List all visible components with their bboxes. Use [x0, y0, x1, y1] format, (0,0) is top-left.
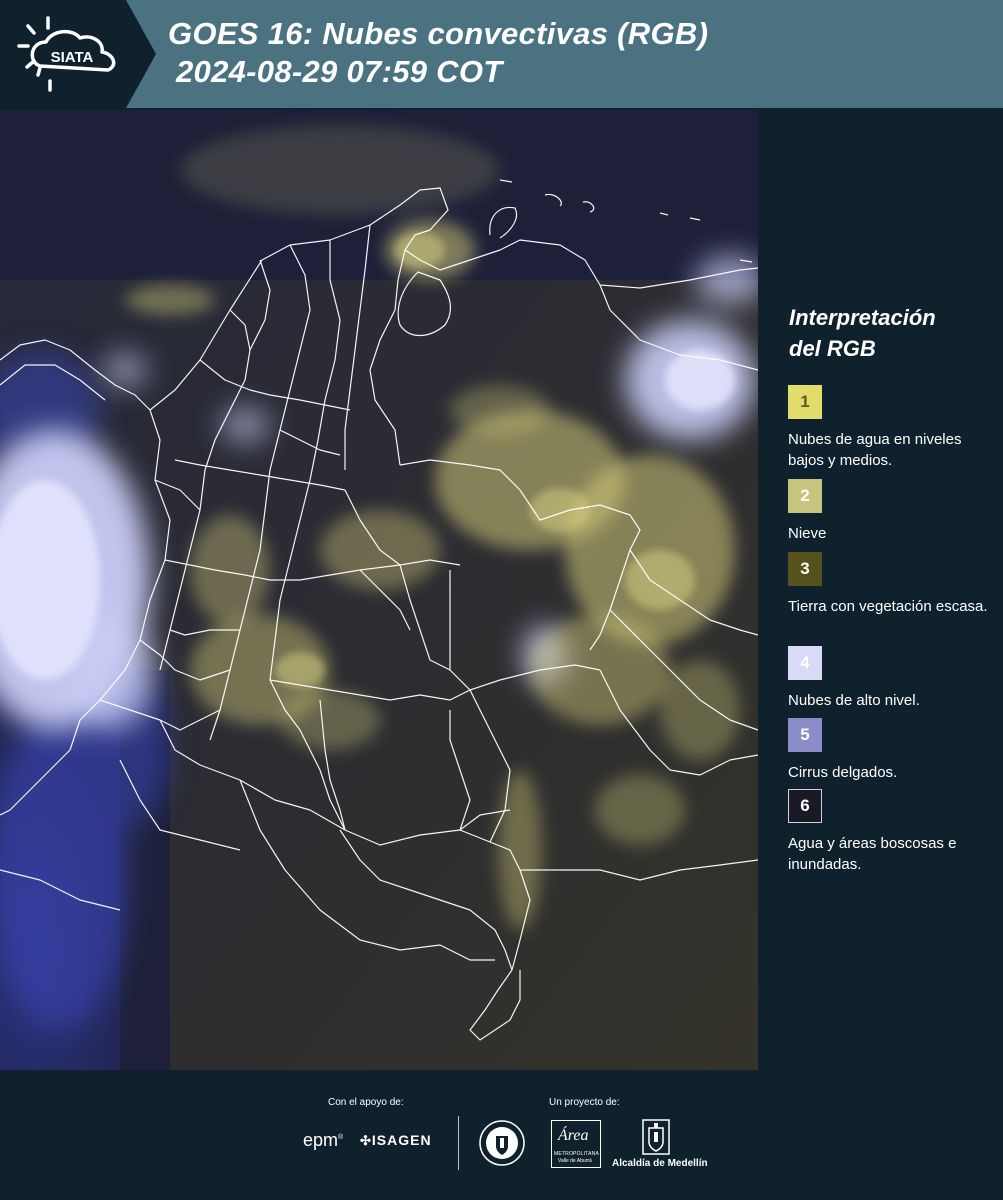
legend-swatch-4: 4	[788, 646, 822, 680]
legend-swatch-6: 6	[788, 789, 822, 823]
alcaldia-logo-text: Alcaldía de Medellín	[612, 1158, 708, 1169]
legend-label-4: Nubes de alto nivel.	[788, 692, 920, 709]
medellin-seal-icon	[479, 1120, 525, 1166]
support-label: Con el apoyo de:	[328, 1097, 404, 1108]
legend-item: 4 Nubes de alto nivel.	[788, 646, 998, 711]
footer: Con el apoyo de: Un proyecto de: epm® ✣I…	[0, 1070, 1003, 1200]
epm-registered-mark: ®	[338, 1134, 344, 1141]
legend-swatch-3: 3	[788, 552, 822, 586]
legend-title: Interpretación del RGB	[789, 302, 989, 364]
isagen-icon: ✣	[360, 1133, 372, 1148]
siata-logo-icon: SIATA	[0, 0, 156, 108]
isagen-logo-text: ISAGEN	[371, 1132, 432, 1148]
header-bar: SIATA GOES 16: Nubes convectivas (RGB) 2…	[0, 0, 1003, 108]
legend-label-3: Tierra con vegetación escasa.	[788, 598, 988, 615]
page-timestamp: 2024-08-29 07:59 COT	[176, 54, 503, 89]
satellite-image	[0, 110, 758, 1070]
legend-label-5: Cirrus delgados.	[788, 764, 898, 781]
area-logo-line1: METROPOLITANA	[554, 1151, 600, 1157]
area-logo-text: Área	[558, 1127, 589, 1144]
area-metropolitana-logo: Área METROPOLITANA Valle de Aburrá	[551, 1120, 601, 1168]
isagen-logo: ✣ISAGEN	[360, 1132, 432, 1149]
legend-title-line1: Interpretación	[789, 305, 936, 330]
legend-label-1: Nubes de agua en niveles bajos y medios.	[788, 431, 962, 469]
svg-text:SIATA: SIATA	[51, 49, 94, 66]
legend-title-line2: del RGB	[789, 336, 876, 361]
alcaldia-crest-icon	[642, 1119, 670, 1155]
legend-item: 1 Nubes de agua en niveles bajos y medio…	[788, 385, 998, 471]
legend-item: 3 Tierra con vegetación escasa.	[788, 552, 998, 617]
page-title: GOES 16: Nubes convectivas (RGB)	[168, 16, 709, 51]
footer-divider	[458, 1116, 459, 1170]
legend-label-6: Agua y áreas boscosas e inundadas.	[788, 835, 957, 873]
legend-label-2: Nieve	[788, 525, 827, 542]
epm-logo: epm®	[303, 1130, 343, 1151]
siata-logo: SIATA	[0, 0, 156, 108]
rgb-legend: Interpretación del RGB 1 Nubes de agua e…	[760, 110, 1003, 1070]
epm-logo-text: epm	[303, 1130, 339, 1150]
legend-item: 6 Agua y áreas boscosas e inundadas.	[788, 789, 998, 875]
area-logo-line2: Valle de Aburrá	[558, 1158, 592, 1164]
satellite-map[interactable]	[0, 110, 758, 1070]
legend-swatch-2: 2	[788, 479, 822, 513]
legend-item: 5 Cirrus delgados.	[788, 718, 998, 783]
legend-swatch-1: 1	[788, 385, 822, 419]
project-label: Un proyecto de:	[549, 1097, 620, 1108]
legend-item: 2 Nieve	[788, 479, 998, 544]
legend-swatch-5: 5	[788, 718, 822, 752]
